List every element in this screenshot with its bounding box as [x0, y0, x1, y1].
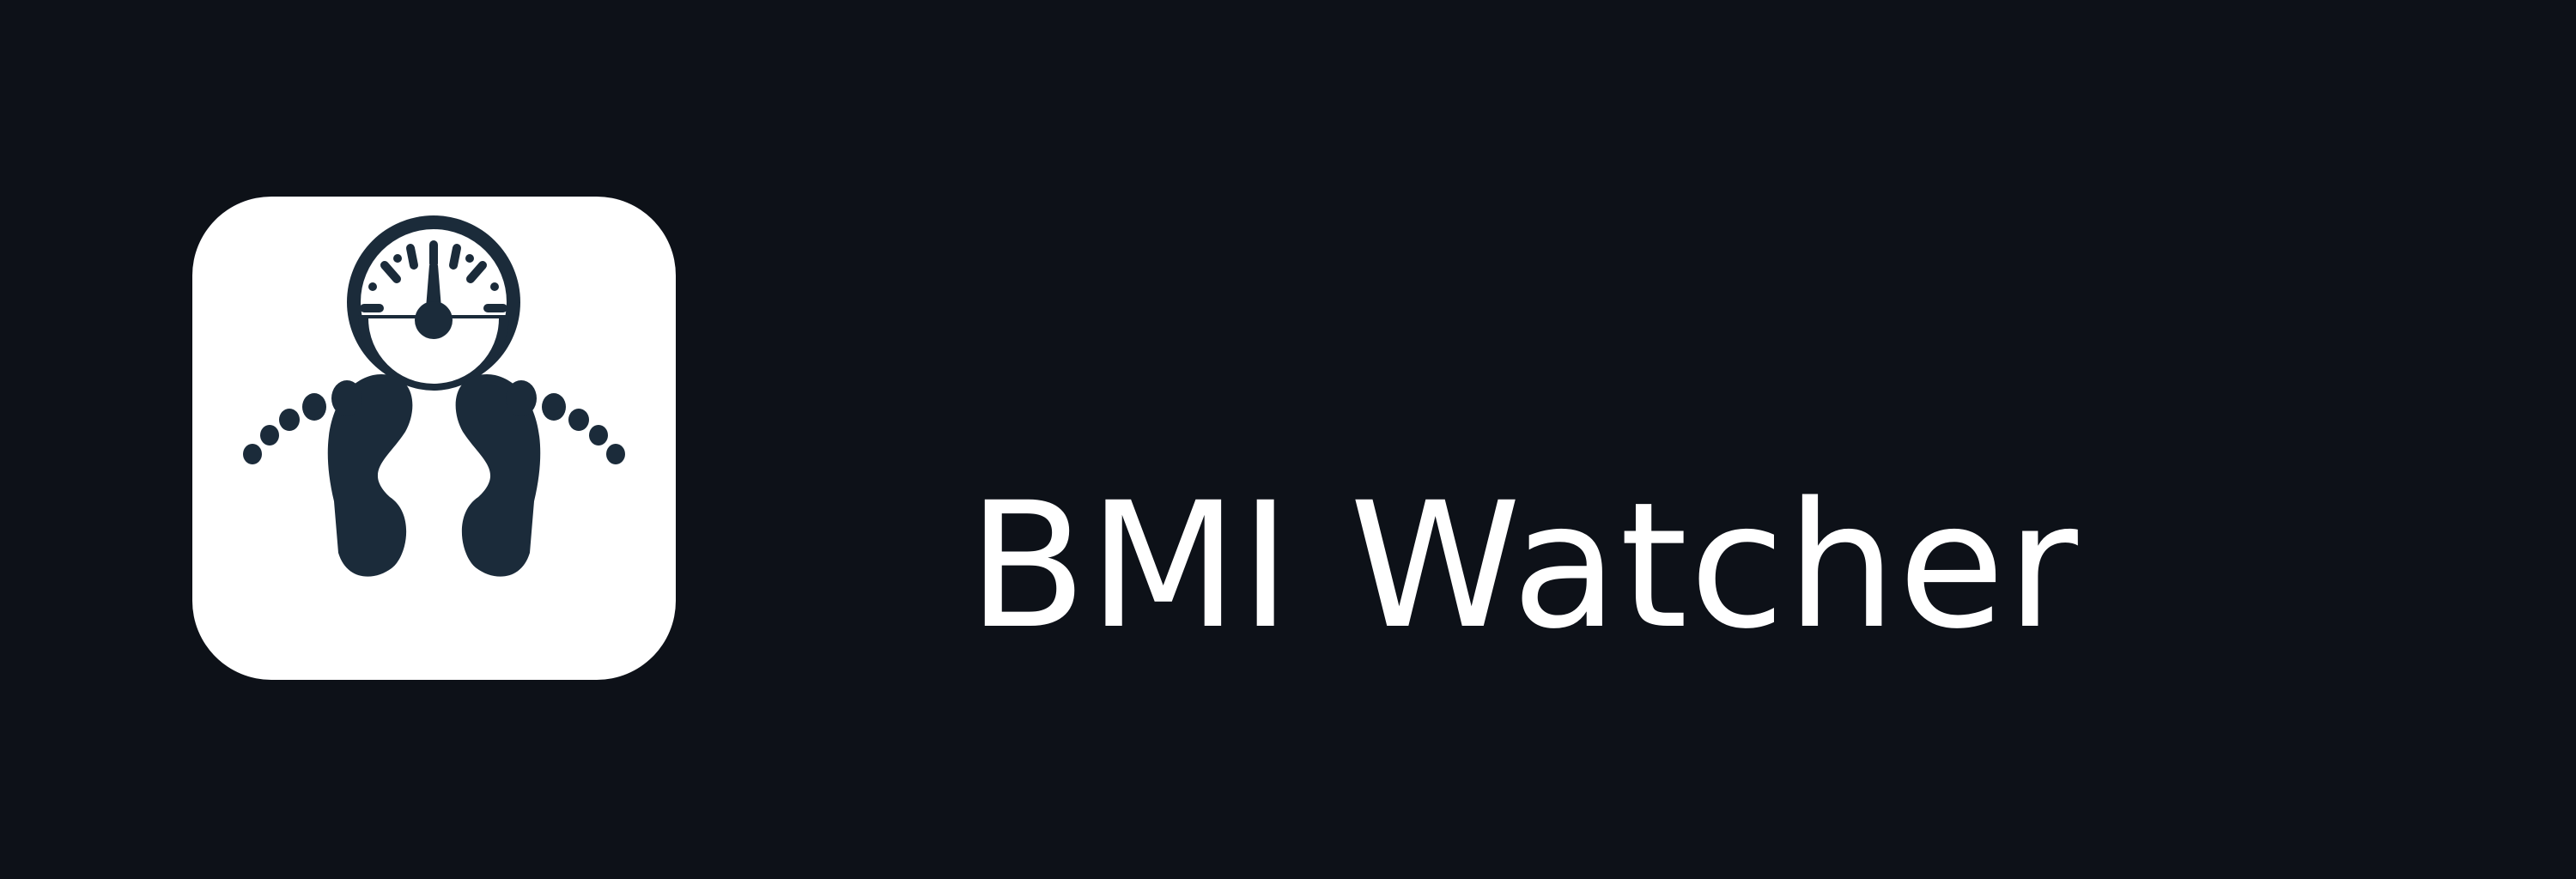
right-footprint-icon	[455, 374, 625, 577]
app-banner: BMI Watcher	[0, 0, 2576, 879]
left-footprint-icon	[243, 374, 413, 577]
app-title: BMI Watcher	[968, 464, 2080, 667]
scale-footprints-icon	[243, 215, 625, 577]
scale-dial-icon	[347, 215, 520, 391]
app-logo	[192, 197, 676, 680]
